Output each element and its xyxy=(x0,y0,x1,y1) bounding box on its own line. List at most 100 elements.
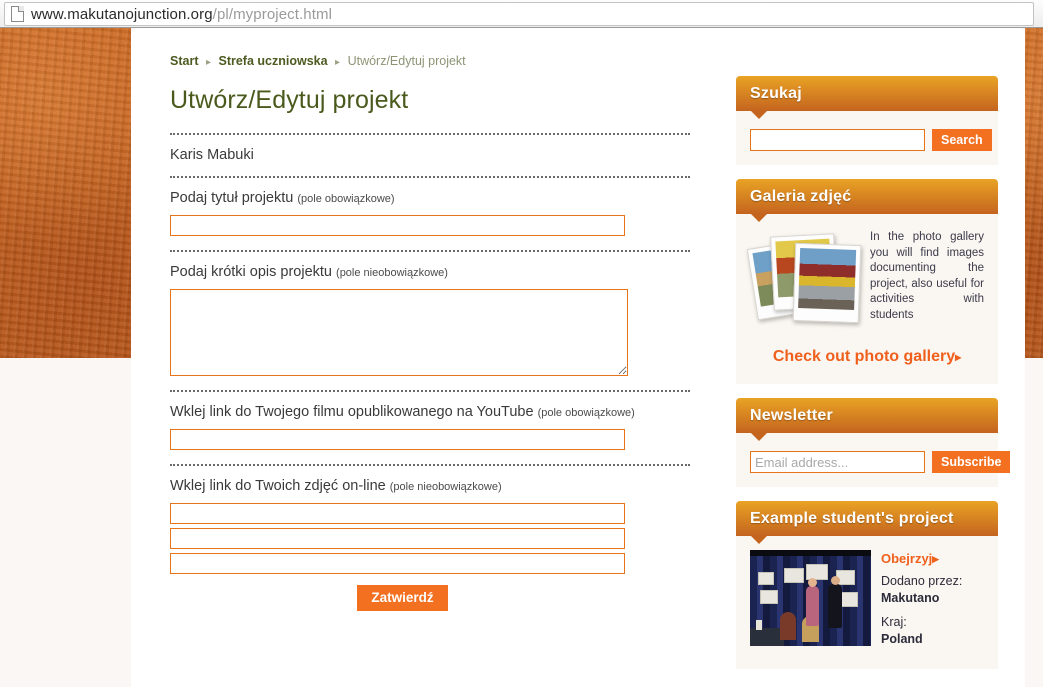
photo-thumbnail xyxy=(798,248,857,310)
search-input[interactable] xyxy=(750,129,925,151)
divider xyxy=(170,176,690,178)
presenter-person xyxy=(806,578,819,626)
widget-search-body: Search xyxy=(736,111,998,165)
widget-newsletter-header: Newsletter xyxy=(736,398,998,441)
field-label-text: Wklej link do Twoich zdjęć on-line xyxy=(170,478,386,494)
field-project-title: Podaj tytuł projektu (pole obowiązkowe) xyxy=(170,178,690,250)
polaroid-photo-front xyxy=(792,242,862,324)
field-photo-links: Wklej link do Twoich zdjęć on-line (pole… xyxy=(170,466,690,625)
project-title-input[interactable] xyxy=(170,215,625,236)
divider xyxy=(170,390,690,392)
caret-right-icon: ▸ xyxy=(932,551,939,566)
widget-example-header: Example student's project xyxy=(736,501,998,544)
polaroid-stack-image xyxy=(746,228,862,332)
widget-example-body: Obejrzyj▸ Dodano przez: Makutano Kraj: P… xyxy=(736,536,998,669)
example-added-by-label: Dodano przez: xyxy=(881,574,963,588)
widget-newsletter-body: Subscribe xyxy=(736,433,1011,487)
field-label-text: Podaj tytuł projektu xyxy=(170,190,294,206)
widget-search-title: Szukaj xyxy=(750,84,802,102)
example-video-thumbnail[interactable] xyxy=(750,550,871,646)
audience-person xyxy=(780,612,796,640)
widget-newsletter: Newsletter Subscribe xyxy=(736,398,1011,487)
field-hint: (pole obowiązkowe) xyxy=(297,193,395,205)
widget-gallery-title: Galeria zdjęć xyxy=(750,187,852,205)
content-card: Start ▸ Strefa uczniowska ▸ Utwórz/Edytu… xyxy=(131,28,1025,687)
youtube-link-input[interactable] xyxy=(170,429,625,450)
field-label-text: Podaj krótki opis projektu xyxy=(170,264,332,280)
browser-chrome: www.makutanojunction.org/pl/myproject.ht… xyxy=(0,0,1043,28)
example-metadata: Obejrzyj▸ Dodano przez: Makutano Kraj: P… xyxy=(871,550,984,655)
page-document-icon xyxy=(11,6,24,22)
stage-table xyxy=(750,628,784,646)
widget-gallery-body: In the photo gallery you will find image… xyxy=(736,214,998,384)
photo-link-input-3[interactable] xyxy=(170,553,625,574)
project-description-textarea[interactable] xyxy=(170,289,628,376)
field-label-text: Wklej link do Twojego filmu opublikowane… xyxy=(170,404,534,420)
breadcrumb-item-start[interactable]: Start xyxy=(170,54,198,68)
wall-poster xyxy=(758,572,774,585)
field-hint: (pole nieobowiązkowe) xyxy=(389,481,502,493)
user-name: Karis Mabuki xyxy=(170,147,254,163)
gallery-cta-link[interactable]: Check out photo gallery▸ xyxy=(750,332,984,378)
example-row: Obejrzyj▸ Dodano przez: Makutano Kraj: P… xyxy=(750,550,984,655)
example-added-by-value: Makutano xyxy=(881,591,940,605)
gallery-row: In the photo gallery you will find image… xyxy=(746,228,984,332)
newsletter-form: Subscribe xyxy=(750,451,1011,473)
search-button[interactable]: Search xyxy=(932,129,992,151)
url-domain: www.makutanojunction.org xyxy=(31,5,213,23)
page-root: Start ▸ Strefa uczniowska ▸ Utwórz/Edytu… xyxy=(0,28,1043,687)
field-hint: (pole obowiązkowe) xyxy=(537,407,635,419)
gallery-cta-label: Check out photo gallery xyxy=(772,348,956,365)
newsletter-subscribe-button[interactable]: Subscribe xyxy=(932,451,1011,473)
widget-search-header: Szukaj xyxy=(736,76,998,119)
divider xyxy=(170,133,690,135)
field-label: Wklej link do Twojego filmu opublikowane… xyxy=(170,404,690,420)
example-watch-link[interactable]: Obejrzyj▸ xyxy=(881,550,939,567)
widget-notch-icon xyxy=(751,433,767,441)
widget-search: Szukaj Search xyxy=(736,76,998,165)
background-texture-right xyxy=(1025,28,1043,358)
field-label: Podaj tytuł projektu (pole obowiązkowe) xyxy=(170,190,690,206)
field-label: Podaj krótki opis projektu (pole nieobow… xyxy=(170,264,690,280)
widget-gallery-header: Galeria zdjęć xyxy=(736,179,998,222)
url-bar[interactable]: www.makutanojunction.org/pl/myproject.ht… xyxy=(4,2,1034,26)
newsletter-email-input[interactable] xyxy=(750,451,925,473)
example-watch-label: Obejrzyj xyxy=(881,551,933,566)
caret-right-icon: ▸ xyxy=(955,350,962,364)
gallery-description: In the photo gallery you will find image… xyxy=(870,231,984,321)
field-youtube-link: Wklej link do Twojego filmu opublikowane… xyxy=(170,392,690,464)
submit-button[interactable]: Zatwierdź xyxy=(357,585,448,611)
main-column: Start ▸ Strefa uczniowska ▸ Utwórz/Edytu… xyxy=(170,54,690,625)
divider xyxy=(170,250,690,252)
widget-notch-icon xyxy=(751,214,767,222)
stage-glass xyxy=(756,620,762,630)
photo-link-input-2[interactable] xyxy=(170,528,625,549)
breadcrumb-separator-icon: ▸ xyxy=(205,57,211,68)
url-path: /pl/myproject.html xyxy=(212,5,333,23)
widget-example-title: Example student's project xyxy=(750,509,954,527)
breadcrumb-separator-icon: ▸ xyxy=(335,57,341,68)
field-label: Wklej link do Twoich zdjęć on-line (pole… xyxy=(170,478,690,494)
presenter-person xyxy=(828,576,842,628)
page-title: Utwórz/Edytuj projekt xyxy=(170,86,409,114)
widget-example-project: Example student's project Obejrzyj▸ Doda… xyxy=(736,501,998,669)
wall-poster xyxy=(760,590,778,604)
field-hint: (pole nieobowiązkowe) xyxy=(336,267,448,279)
widget-photo-gallery: Galeria zdjęć In the photo gallery you w… xyxy=(736,179,998,384)
widget-newsletter-title: Newsletter xyxy=(750,406,833,424)
submit-row: Zatwierdź xyxy=(170,574,635,611)
sidebar: Szukaj Search Galeria zdjęć In the photo… xyxy=(736,76,1011,683)
wall-poster xyxy=(784,568,804,583)
search-form: Search xyxy=(750,129,992,151)
breadcrumb: Start ▸ Strefa uczniowska ▸ Utwórz/Edytu… xyxy=(170,54,690,68)
url-text: www.makutanojunction.org/pl/myproject.ht… xyxy=(31,6,332,23)
breadcrumb-item-current: Utwórz/Edytuj projekt xyxy=(347,54,466,68)
divider xyxy=(170,464,690,466)
example-country-label: Kraj: xyxy=(881,615,907,629)
field-project-description: Podaj krótki opis projektu (pole nieobow… xyxy=(170,252,690,390)
background-texture-left xyxy=(0,28,131,358)
widget-notch-icon xyxy=(751,536,767,544)
breadcrumb-item-strefa-uczniowska[interactable]: Strefa uczniowska xyxy=(218,54,327,68)
photo-link-input-1[interactable] xyxy=(170,503,625,524)
example-country-value: Poland xyxy=(881,632,923,646)
